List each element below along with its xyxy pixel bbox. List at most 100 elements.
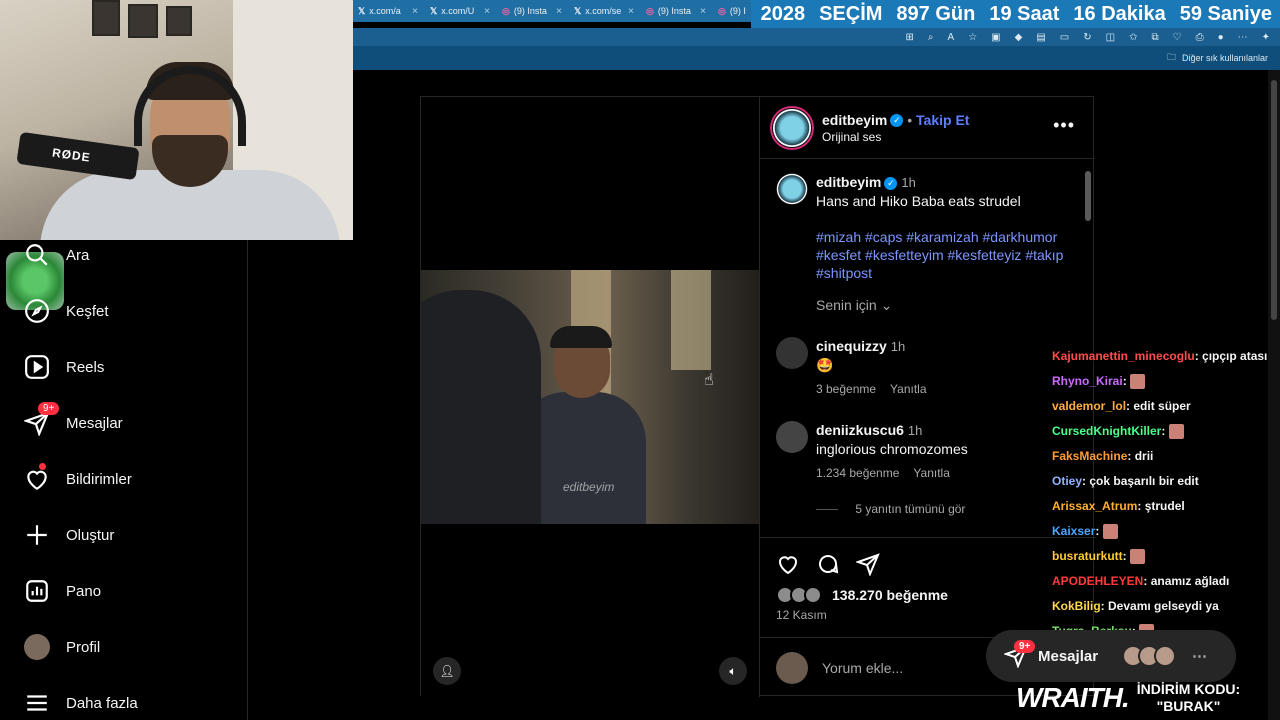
extension-icon[interactable]: ◆ [1015, 32, 1023, 43]
comment-likes[interactable]: 1.234 beğenme [816, 466, 899, 480]
sidebar-item-create[interactable]: Oluştur [24, 522, 114, 548]
countdown-seconds: 59 Saniye [1179, 2, 1272, 25]
chat-text: edit süper [1133, 399, 1191, 413]
chat-separator: : [1095, 524, 1103, 538]
more-options-icon[interactable]: ••• [1053, 115, 1075, 136]
close-tab-icon[interactable]: × [628, 6, 634, 17]
extension-icon[interactable]: ▭ [1060, 32, 1069, 43]
like-heart-icon[interactable] [776, 552, 800, 576]
post-sidebar: editbeyim ✓ • Takip Et Orijinal ses ••• e… [759, 97, 1096, 697]
comment-input[interactable]: Yorum ekle... [822, 660, 903, 676]
comment-username[interactable]: deniizkuscu6 [816, 422, 904, 438]
browser-tab[interactable]: ◎ (9) Insta × [640, 0, 712, 22]
grid-icon[interactable]: ⊞ [906, 32, 914, 43]
browser-tab[interactable]: 𝕏x.com/a × [352, 0, 424, 22]
comment-sort[interactable]: Senin için ⌄ [816, 297, 1096, 314]
view-replies-button[interactable]: 5 yanıtın tümünü gör [816, 500, 1081, 518]
favorites-icon[interactable]: ✩ [1129, 32, 1137, 43]
folder-icon: 🗀 [1166, 52, 1176, 62]
author-avatar[interactable] [776, 173, 808, 205]
split-screen-icon[interactable]: ◫ [1106, 32, 1115, 43]
refresh-icon[interactable]: ↻ [1083, 32, 1091, 43]
close-tab-icon[interactable]: × [412, 6, 418, 17]
read-aloud-icon[interactable]: A [948, 32, 955, 43]
close-tab-icon[interactable]: × [484, 6, 490, 17]
comment-likes[interactable]: 3 beğenme [816, 382, 876, 396]
close-tab-icon[interactable]: × [556, 6, 562, 17]
chat-message: APODEHLEYEN: anamız ağladı [1052, 569, 1280, 594]
sidebar-item-label: Ara [66, 246, 90, 264]
caption-hashtags[interactable]: #mizah #caps #karamizah #darkhumor #kesf… [816, 228, 1081, 282]
promo-line-1: İNDİRİM KODU: [1136, 681, 1241, 697]
post-media: editbeyim 👤︎ 🔈︎ [421, 97, 759, 697]
reel-video[interactable]: editbeyim [421, 270, 759, 524]
reply-button[interactable]: Yanıtla [890, 382, 926, 396]
replies-divider [816, 509, 838, 511]
sidebar-item-notifications[interactable]: Bildirimler [24, 463, 132, 492]
sidebar-item-profile[interactable]: Profil [24, 634, 100, 660]
commenter-avatar[interactable] [776, 337, 808, 369]
sidebar-item-label: Reels [66, 358, 105, 376]
caption-time: 1h [901, 175, 916, 190]
scrollbar-thumb[interactable] [1085, 171, 1091, 221]
browser-tab[interactable]: ◎ (9) Insta × [496, 0, 568, 22]
mute-button[interactable]: 🔈︎ [719, 657, 747, 685]
webcam-photo-frame [92, 0, 120, 36]
extension-icon[interactable]: ▣ [991, 32, 1000, 43]
liker-avatar [804, 586, 822, 604]
commenter-avatar[interactable] [776, 421, 808, 453]
author-username[interactable]: editbeyim [822, 112, 887, 128]
sidebar-item-search[interactable]: Ara [24, 242, 89, 268]
more-menu-icon[interactable]: ⋯ [1238, 32, 1248, 43]
countdown-minutes: 16 Dakika [1073, 2, 1166, 25]
plus-icon [27, 525, 47, 545]
countdown-label: SEÇİM [819, 2, 883, 25]
comment-time: 1h [907, 423, 923, 438]
sidebar-item-reels[interactable]: Reels [24, 354, 104, 380]
caption-text: Hans and Hiko Baba eats strudel [816, 193, 1021, 209]
author-avatar[interactable] [772, 107, 812, 148]
browser-tab-title: (9) I [729, 6, 746, 16]
audio-link[interactable]: Orijinal ses [822, 130, 969, 144]
extension-icon[interactable]: ▤ [1036, 32, 1045, 43]
sidebar-item-dashboard[interactable]: Pano [24, 578, 101, 604]
sidebar-item-more[interactable]: Daha fazla [24, 690, 138, 716]
scrollbar-thumb[interactable] [1271, 80, 1277, 320]
caption-username[interactable]: editbeyim [816, 174, 881, 190]
chat-username: APODEHLEYEN [1052, 574, 1144, 588]
comment-body: deniizkuscu6 1h inglorious chromozomes 1.… [816, 421, 1081, 518]
comment-icon[interactable] [816, 552, 840, 576]
chat-separator: : [1122, 374, 1131, 388]
profile-avatar[interactable]: ● [1218, 32, 1224, 43]
zoom-icon[interactable]: ⌕ [928, 32, 934, 43]
favorite-star-icon[interactable]: ☆ [968, 32, 977, 43]
sidebar-item-explore[interactable]: Keşfet [24, 298, 109, 324]
copilot-icon[interactable]: ✦ [1262, 32, 1270, 43]
page-scrollbar[interactable] [1268, 70, 1280, 720]
reply-button[interactable]: Yanıtla [913, 466, 949, 480]
view-replies-label: 5 yanıtın tümünü gör [855, 502, 966, 516]
sidebar-item-messages[interactable]: 9+ Mesajlar [24, 402, 123, 436]
chat-text: anamız ağladı [1150, 574, 1230, 588]
chat-separator: : [1122, 549, 1131, 563]
likes-summary[interactable]: 138.270 beğenme [776, 586, 948, 604]
share-icon[interactable] [856, 552, 880, 576]
sidebar-item-label: Profil [66, 638, 101, 656]
sidebar-item-label: Pano [66, 582, 102, 600]
browser-essentials-icon[interactable]: ♡ [1173, 32, 1182, 43]
messages-pill[interactable]: 9+ Mesajlar ⋯ [986, 630, 1236, 682]
browser-tab[interactable]: 𝕏x.com/U × [424, 0, 496, 22]
browser-tab[interactable]: 𝕏x.com/se × [568, 0, 640, 22]
screenshot-icon[interactable]: ⎙ [1196, 32, 1204, 43]
browser-tab-title: x.com/U [441, 6, 475, 16]
other-bookmarks-link[interactable]: Diğer sık kullanılanlar [1182, 53, 1268, 63]
follow-button[interactable]: Takip Et [916, 112, 969, 128]
collections-icon[interactable]: ⧉ [1151, 32, 1158, 43]
chat-message: valdemor_lol: edit süper [1052, 394, 1280, 419]
webcam-overlay: RØDE [0, 0, 353, 240]
chat-username: busraturkutt [1052, 549, 1123, 563]
close-tab-icon[interactable]: × [700, 6, 706, 17]
caption-body: editbeyim ✓ 1h Hans and Hiko Baba eats str… [816, 173, 1081, 282]
tagged-users-button[interactable]: 👤︎ [433, 657, 461, 685]
comment-username[interactable]: cinequizzy [816, 338, 887, 354]
